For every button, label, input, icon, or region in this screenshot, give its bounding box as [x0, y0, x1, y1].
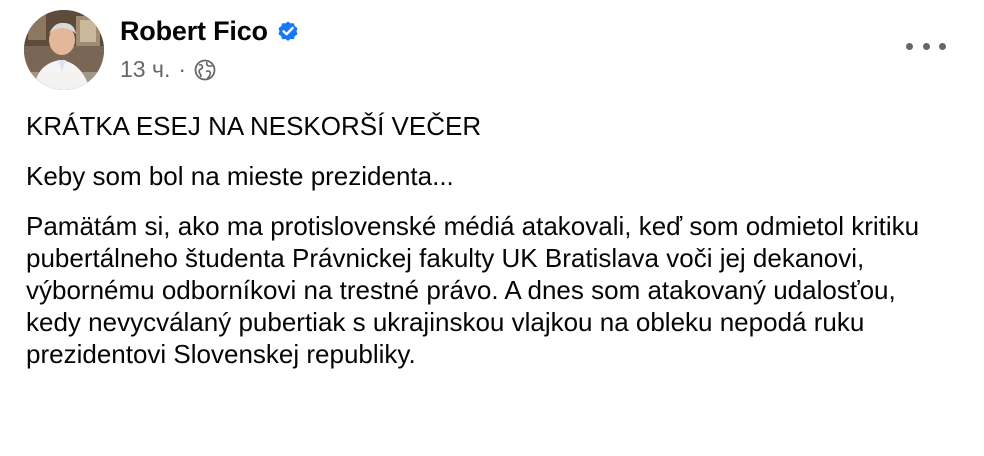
- post-timestamp[interactable]: 13 ч.: [120, 56, 170, 83]
- globe-icon[interactable]: [194, 59, 216, 81]
- avatar-photo: [24, 10, 104, 90]
- post-header: Robert Fico 13 ч. ·: [24, 10, 960, 92]
- more-options-icon[interactable]: [906, 34, 946, 58]
- post-body: KRÁTKA ESEJ NA NESKORŠÍ VEČER Keby som b…: [26, 110, 956, 388]
- post-paragraph-main: Pamätám si, ako ma protislovenské médiá …: [26, 211, 920, 369]
- post-meta: 13 ч. ·: [120, 56, 300, 83]
- meta-separator: ·: [178, 56, 187, 82]
- author-avatar[interactable]: [24, 10, 104, 90]
- verified-badge-icon: [276, 19, 300, 43]
- author-name[interactable]: Robert Fico: [120, 16, 268, 47]
- author-block: Robert Fico 13 ч. ·: [120, 14, 300, 83]
- post-paragraph-title: KRÁTKA ESEJ NA NESKORŠÍ VEČER: [26, 111, 482, 141]
- author-line: Robert Fico: [120, 14, 300, 48]
- post-paragraph-intro: Keby som bol na mieste prezidenta...: [26, 161, 454, 191]
